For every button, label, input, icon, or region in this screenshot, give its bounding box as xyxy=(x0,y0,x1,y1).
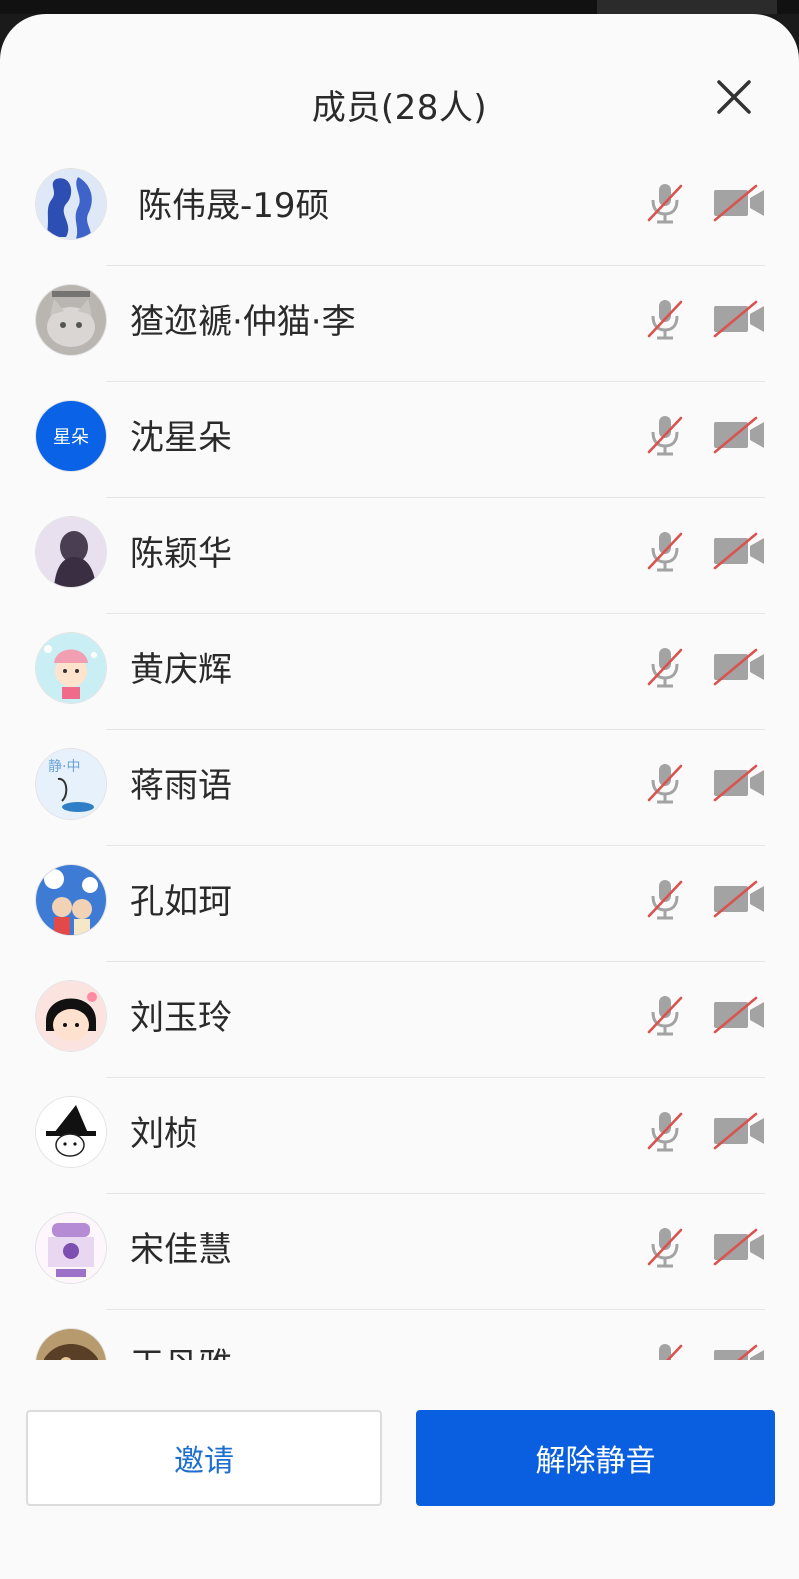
mic-muted-icon[interactable] xyxy=(646,1108,684,1154)
mic-muted-icon[interactable] xyxy=(646,876,684,922)
member-name: 陈伟晟-19硕 xyxy=(138,186,330,226)
avatar: 星朵 xyxy=(36,401,106,471)
svg-text:静·中: 静·中 xyxy=(48,759,80,775)
mic-muted-icon[interactable] xyxy=(646,644,684,690)
member-name: 王丹雅 xyxy=(130,1338,232,1360)
invite-button[interactable]: 邀请 xyxy=(26,1410,382,1506)
member-row[interactable]: 王丹雅 xyxy=(0,1310,799,1360)
member-name: 沈星朵 xyxy=(130,418,232,458)
members-sheet: 成员(28人) 陈伟晟-19硕猹迩褫·仲猫·李星朵 沈星朵陈颖华黄庆辉静·中 蒋雨语… xyxy=(0,14,799,1579)
member-row[interactable]: 刘桢 xyxy=(0,1078,799,1194)
camera-off-icon[interactable] xyxy=(712,300,766,338)
member-name: 刘桢 xyxy=(130,1114,198,1154)
member-row[interactable]: 宋佳慧 xyxy=(0,1194,799,1310)
close-icon xyxy=(717,80,751,114)
camera-off-icon[interactable] xyxy=(712,416,766,454)
avatar xyxy=(36,981,106,1051)
member-row[interactable]: 静·中 蒋雨语 xyxy=(0,730,799,846)
mic-muted-icon[interactable] xyxy=(646,528,684,574)
status-bar xyxy=(0,0,799,14)
member-row[interactable]: 孔如珂 xyxy=(0,846,799,962)
avatar xyxy=(36,865,106,935)
close-button[interactable] xyxy=(713,76,755,118)
avatar xyxy=(36,633,106,703)
avatar xyxy=(36,169,106,239)
mic-muted-icon[interactable] xyxy=(646,180,684,226)
camera-off-icon[interactable] xyxy=(712,880,766,918)
page-title: 成员(28人) xyxy=(311,88,488,128)
member-name: 黄庆辉 xyxy=(130,650,232,690)
avatar xyxy=(36,285,106,355)
camera-off-icon[interactable] xyxy=(712,1112,766,1150)
member-name: 宋佳慧 xyxy=(130,1230,232,1270)
mic-muted-icon[interactable] xyxy=(646,760,684,806)
mic-muted-icon[interactable] xyxy=(646,412,684,458)
camera-off-icon[interactable] xyxy=(712,764,766,802)
member-row[interactable]: 陈颖华 xyxy=(0,498,799,614)
camera-off-icon[interactable] xyxy=(712,532,766,570)
member-name: 陈颖华 xyxy=(130,534,232,574)
avatar xyxy=(36,1097,106,1167)
avatar-initials: 星朵 xyxy=(36,401,106,471)
member-name: 蒋雨语 xyxy=(130,766,232,806)
avatar: 静·中 xyxy=(36,749,106,819)
mic-muted-icon[interactable] xyxy=(646,1340,684,1360)
member-row[interactable]: 刘玉玲 xyxy=(0,962,799,1078)
camera-off-icon[interactable] xyxy=(712,1344,766,1360)
camera-off-icon[interactable] xyxy=(712,648,766,686)
member-row[interactable]: 猹迩褫·仲猫·李 xyxy=(0,266,799,382)
avatar xyxy=(36,1213,106,1283)
mic-muted-icon[interactable] xyxy=(646,296,684,342)
member-name: 猹迩褫·仲猫·李 xyxy=(130,302,356,342)
mic-muted-icon[interactable] xyxy=(646,992,684,1038)
unmute-button[interactable]: 解除静音 xyxy=(416,1410,775,1506)
member-row[interactable]: 星朵 沈星朵 xyxy=(0,382,799,498)
member-list[interactable]: 陈伟晟-19硕猹迩褫·仲猫·李星朵 沈星朵陈颖华黄庆辉静·中 蒋雨语孔如珂刘玉玲刘桢… xyxy=(0,150,799,1360)
member-name: 刘玉玲 xyxy=(130,998,232,1038)
camera-off-icon[interactable] xyxy=(712,1228,766,1266)
mic-muted-icon[interactable] xyxy=(646,1224,684,1270)
avatar xyxy=(36,1329,106,1360)
footer-actions: 邀请 解除静音 xyxy=(0,1394,799,1579)
camera-off-icon[interactable] xyxy=(712,996,766,1034)
status-bar-block xyxy=(597,0,777,14)
avatar xyxy=(36,517,106,587)
member-row[interactable]: 陈伟晟-19硕 xyxy=(0,150,799,266)
camera-off-icon[interactable] xyxy=(712,184,766,222)
member-row[interactable]: 黄庆辉 xyxy=(0,614,799,730)
member-name: 孔如珂 xyxy=(130,882,232,922)
